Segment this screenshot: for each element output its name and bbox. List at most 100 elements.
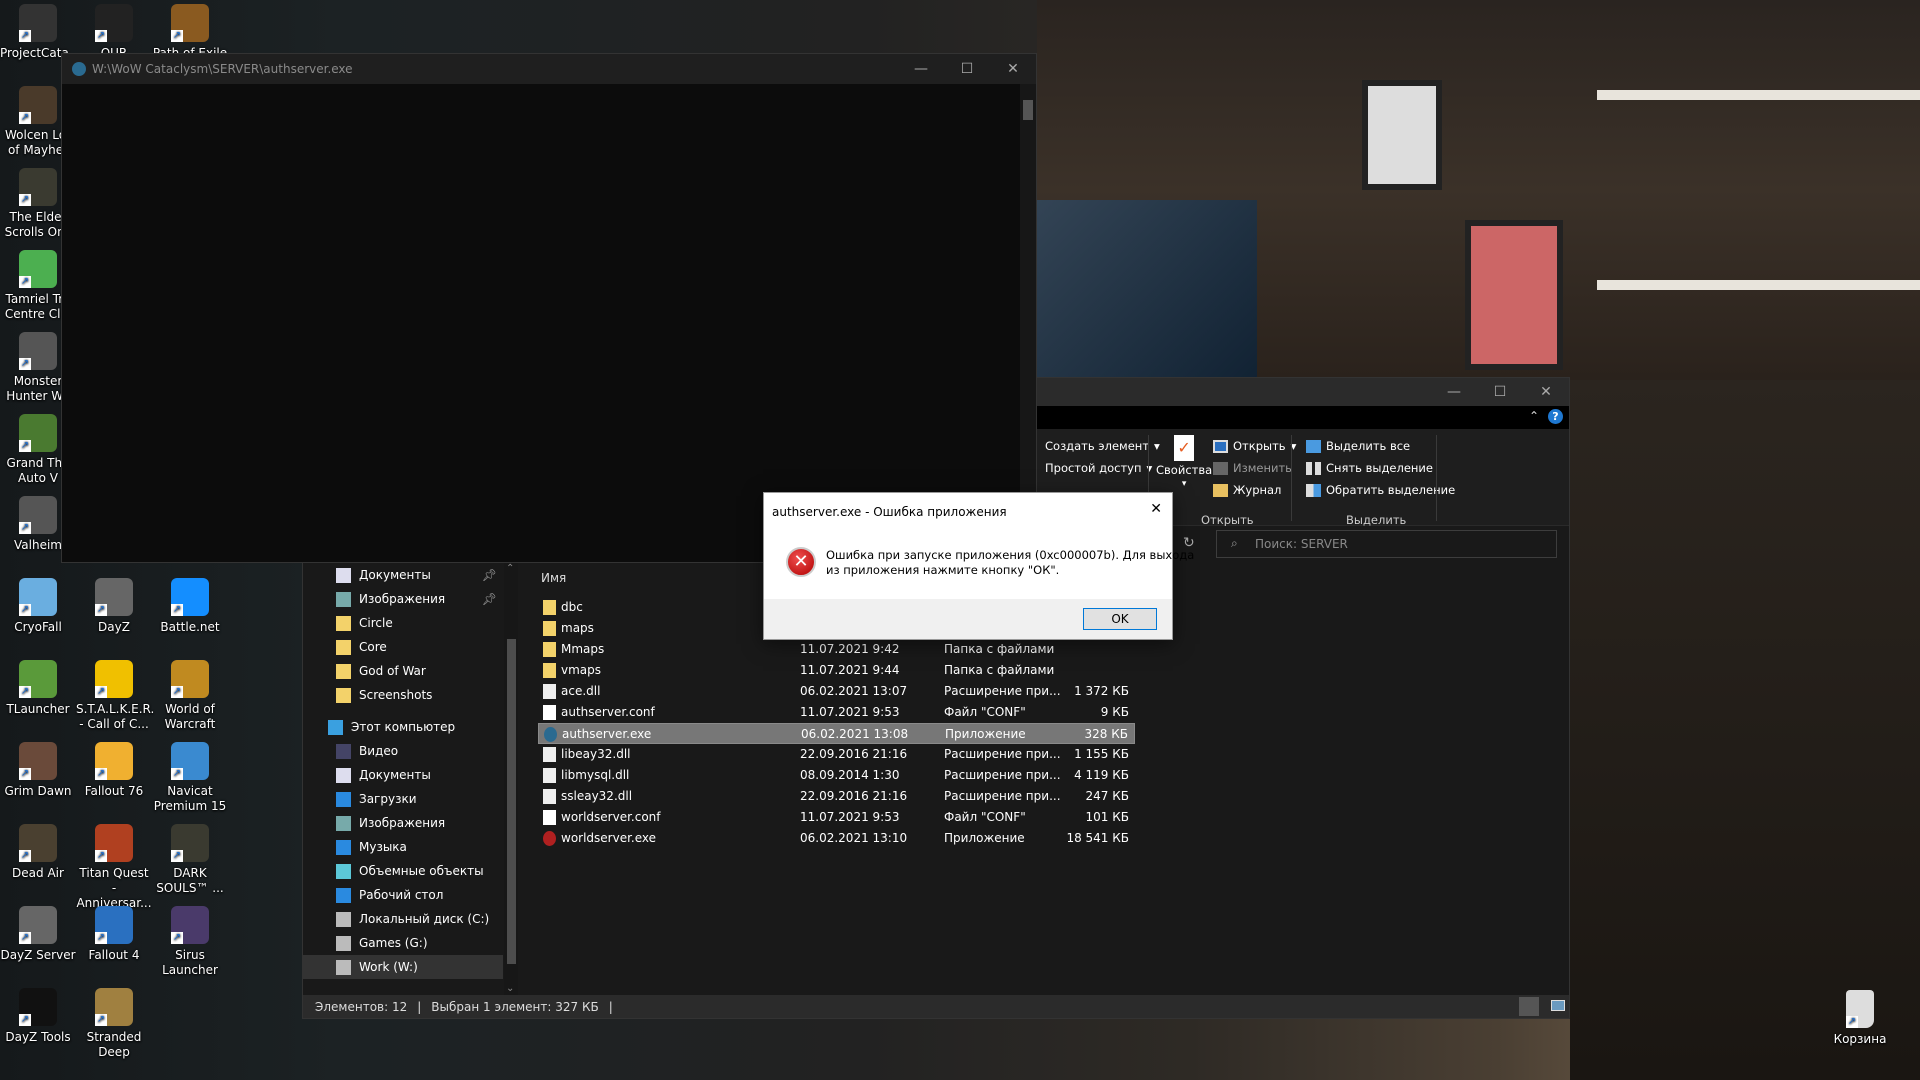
nav-item[interactable]: Объемные объекты — [303, 859, 503, 883]
select-group-label: Выделить — [1346, 513, 1407, 527]
nav-item[interactable]: Изображения 📌︎ — [303, 587, 503, 611]
nav-item[interactable]: Этот компьютер — [303, 715, 503, 739]
console-window[interactable]: W:\WoW Cataclysm\SERVER\authserver.exe —… — [61, 53, 1037, 563]
desktop-shortcut[interactable]: Sirus Launcher — [152, 906, 228, 978]
shortcut-icon — [95, 988, 133, 1026]
desktop-shortcut[interactable]: TLauncher — [0, 660, 76, 717]
file-row[interactable]: libmysql.dll 08.09.2014 1:30 Расширение пр… — [538, 765, 1135, 786]
error-message-line2: из приложения нажмите кнопку "ОК". — [826, 563, 1060, 577]
file-row[interactable]: ssleay32.dll 22.09.2016 21:16 Расширение п… — [538, 786, 1135, 807]
pictures-icon — [336, 815, 351, 831]
nav-item[interactable]: Документы 📌︎ — [303, 563, 503, 587]
app-icon — [72, 62, 86, 76]
desktop-shortcut[interactable]: DayZ — [76, 578, 152, 635]
nav-item[interactable]: Изображения — [303, 811, 503, 835]
shortcut-icon — [171, 4, 209, 42]
console-title-bar[interactable]: W:\WoW Cataclysm\SERVER\authserver.exe — [62, 54, 1036, 84]
shortcut-icon — [19, 86, 57, 124]
easy-access-button[interactable]: Простой доступ ▾ — [1045, 461, 1152, 475]
new-item-button[interactable]: Создать элемент ▾ — [1045, 439, 1160, 453]
nav-item[interactable]: Документы — [303, 763, 503, 787]
desktop-shortcut[interactable]: Battle.net — [152, 578, 228, 635]
nav-item[interactable]: Screenshots — [303, 683, 503, 707]
shortcut-icon — [19, 250, 57, 288]
file-row[interactable]: ace.dll 06.02.2021 13:07 Расширение при...… — [538, 681, 1135, 702]
nav-item[interactable]: Games (G:) — [303, 931, 503, 955]
close-button[interactable]: ✕ — [990, 54, 1036, 84]
select-none-icon — [1306, 461, 1321, 475]
shortcut-icon — [95, 824, 133, 862]
recycle-bin[interactable]: Корзина — [1822, 990, 1898, 1047]
maximize-button[interactable]: ☐ — [1477, 378, 1523, 406]
large-icons-view-button[interactable] — [1551, 1000, 1565, 1011]
nav-scrollbar[interactable]: ⌃ ⌄ — [504, 561, 518, 996]
desktop-shortcut[interactable]: Navicat Premium 15 — [152, 742, 228, 814]
drive-icon — [336, 959, 351, 975]
file-row[interactable]: vmaps 11.07.2021 9:44 Папка с файлами — [538, 660, 1135, 681]
desktop-shortcut[interactable]: Fallout 76 — [76, 742, 152, 799]
shortcut-icon — [19, 660, 57, 698]
recycle-bin-icon — [1846, 990, 1874, 1028]
nav-item[interactable]: Work (W:) — [303, 955, 503, 979]
edit-icon — [1213, 461, 1228, 475]
desktop-shortcut[interactable]: Titan Quest - Anniversar... — [76, 824, 152, 911]
nav-item[interactable]: Локальный диск (C:) — [303, 907, 503, 931]
nav-item[interactable]: Рабочий стол — [303, 883, 503, 907]
desktop-shortcut[interactable]: DayZ Tools — [0, 988, 76, 1045]
close-button[interactable]: ✕ — [1150, 501, 1162, 517]
desktop-shortcut[interactable]: Fallout 4 — [76, 906, 152, 963]
desktop-shortcut[interactable]: CryoFall — [0, 578, 76, 635]
minimize-button[interactable]: — — [1431, 378, 1477, 406]
file-row[interactable]: worldserver.exe 06.02.2021 13:10 Приложени… — [538, 828, 1135, 849]
dll-icon — [543, 684, 556, 699]
shortcut-icon — [19, 578, 57, 616]
collapse-ribbon-icon[interactable]: ⌃ — [1529, 409, 1539, 423]
drive-icon — [336, 911, 351, 927]
details-view-button[interactable] — [1519, 997, 1539, 1016]
open-icon — [1213, 439, 1228, 453]
desktop-shortcut[interactable]: S.T.A.L.K.E.R. - Call of C... — [76, 660, 154, 732]
nav-item[interactable]: God of War — [303, 659, 503, 683]
nav-item[interactable]: Circle — [303, 611, 503, 635]
nav-item[interactable]: Видео — [303, 739, 503, 763]
nav-item[interactable]: Музыка — [303, 835, 503, 859]
edit-button[interactable]: Изменить — [1213, 461, 1292, 475]
select-none-button[interactable]: Снять выделение — [1306, 461, 1433, 475]
close-button[interactable]: ✕ — [1523, 378, 1569, 406]
console-scrollbar[interactable] — [1020, 84, 1036, 562]
folder-icon — [336, 615, 351, 631]
file-row[interactable]: authserver.conf 11.07.2021 9:53 Файл "CONF… — [538, 702, 1135, 723]
desktop-shortcut[interactable]: DARK SOULS™ ... — [152, 824, 228, 896]
nav-item[interactable]: Core — [303, 635, 503, 659]
invert-selection-button[interactable]: Обратить выделение — [1306, 483, 1455, 497]
open-button[interactable]: Открыть ▾ — [1213, 439, 1296, 453]
desktop-shortcut[interactable]: Dead Air — [0, 824, 76, 881]
maximize-button[interactable]: ☐ — [944, 54, 990, 84]
error-icon: ✕ — [786, 547, 816, 577]
history-button[interactable]: Журнал — [1213, 483, 1281, 497]
ok-button[interactable]: OK — [1083, 608, 1157, 630]
desktop-shortcut[interactable]: DayZ Server — [0, 906, 76, 963]
shortcut-icon — [19, 332, 57, 370]
shortcut-icon — [19, 742, 57, 780]
select-all-button[interactable]: Выделить все — [1306, 439, 1410, 453]
properties-button[interactable]: ✓ Свойства ▾ — [1156, 435, 1212, 489]
column-header-name[interactable]: Имя — [541, 571, 566, 585]
desktop-shortcut[interactable]: World of Warcraft — [152, 660, 228, 732]
nav-item[interactable]: Загрузки — [303, 787, 503, 811]
desktop-shortcut[interactable]: Grim Dawn — [0, 742, 76, 799]
auth-icon — [544, 727, 557, 742]
drive-icon — [336, 935, 351, 951]
help-icon[interactable]: ? — [1548, 409, 1563, 424]
file-row[interactable]: libeay32.dll 22.09.2016 21:16 Расширение п… — [538, 744, 1135, 765]
shortcut-icon — [95, 4, 133, 42]
desktop-shortcut[interactable]: Stranded Deep — [76, 988, 152, 1060]
shortcut-icon — [19, 168, 57, 206]
minimize-button[interactable]: — — [898, 54, 944, 84]
search-input[interactable]: ⌕ Поиск: SERVER — [1216, 530, 1557, 558]
file-row[interactable]: authserver.exe 06.02.2021 13:08 Приложение… — [538, 723, 1135, 744]
file-row[interactable]: worldserver.conf 11.07.2021 9:53 Файл "CON… — [538, 807, 1135, 828]
computer-icon — [328, 719, 343, 735]
file-row[interactable]: Mmaps 11.07.2021 9:42 Папка с файлами — [538, 639, 1135, 660]
file-icon — [543, 810, 556, 825]
